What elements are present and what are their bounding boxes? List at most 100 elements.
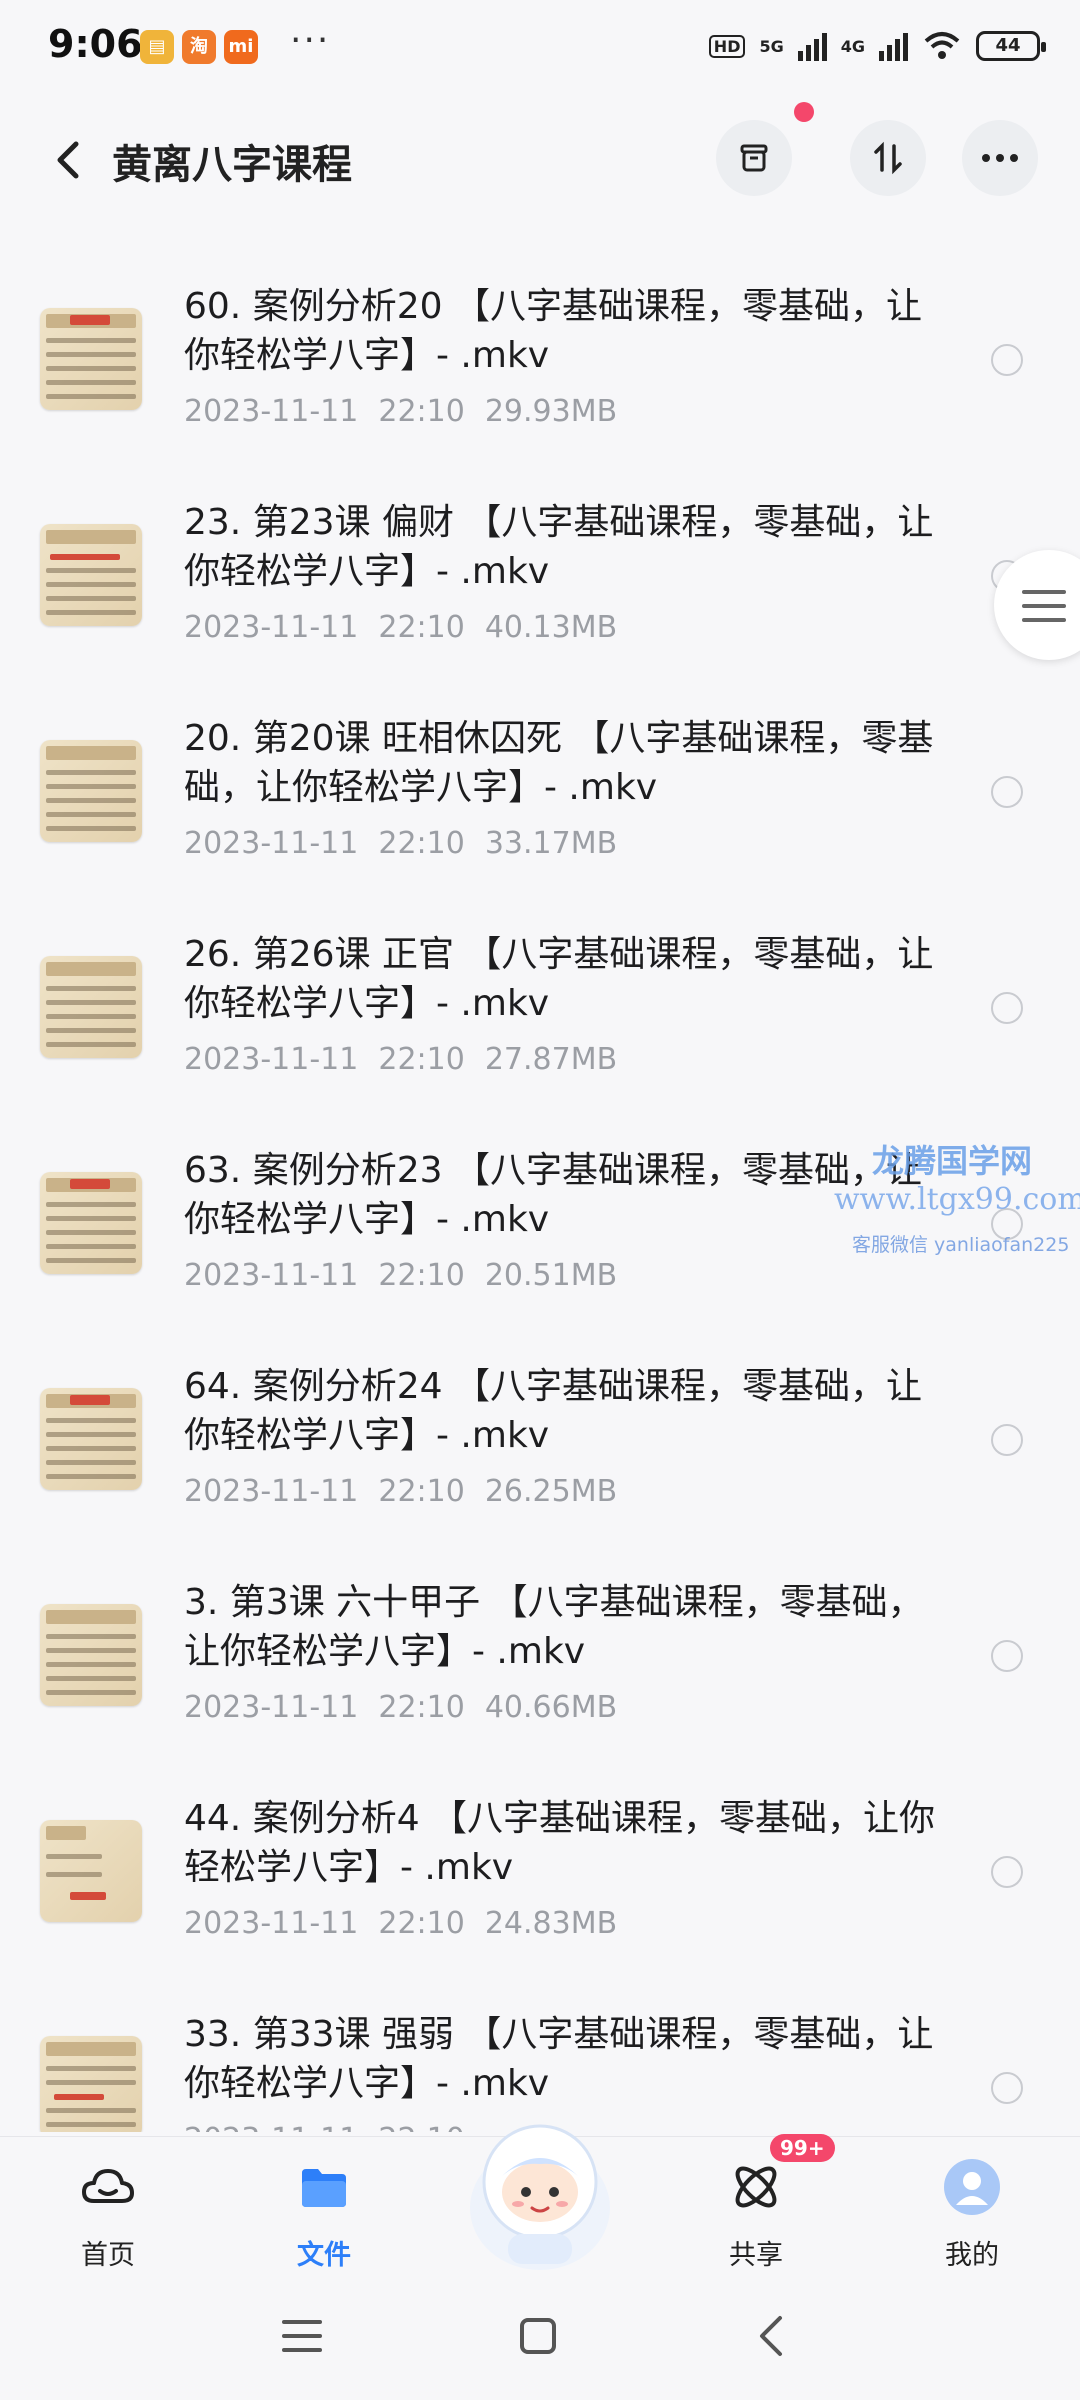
- file-time: 22:10: [378, 394, 465, 429]
- back-nav-icon[interactable]: [754, 2314, 790, 2358]
- file-size: 26.25MB: [484, 1474, 618, 1509]
- archive-icon: [740, 144, 768, 172]
- tab-label: 文件: [297, 2240, 351, 2271]
- file-meta: 2023-11-11 22:10 29.93MB: [184, 394, 637, 429]
- tab-home[interactable]: 首页: [28, 2147, 188, 2277]
- list-item[interactable]: 64. 案例分析24 【八字基础课程，零基础，让你轻松学八字】- .mkv 20…: [0, 1342, 1080, 1558]
- list-item[interactable]: 44. 案例分析4 【八字基础课程，零基础，让你轻松学八字】- .mkv 202…: [0, 1774, 1080, 1990]
- home-nav-icon[interactable]: [518, 2316, 558, 2356]
- file-name: 20. 第20课 旺相休囚死 【八字基础课程，零基础，让你轻松学八字】- .mk…: [184, 718, 934, 808]
- video-thumbnail: [40, 1172, 142, 1274]
- share-badge: 99+: [770, 2134, 835, 2162]
- back-icon[interactable]: [46, 136, 94, 184]
- file-time: 22:10: [378, 1474, 465, 1509]
- file-time: 22:10: [378, 1042, 465, 1077]
- file-time: 22:10: [378, 1258, 465, 1293]
- tab-label: 我的: [945, 2240, 999, 2271]
- watermark-url: www.ltgx99.com: [834, 1182, 1080, 1217]
- file-meta: 2023-11-11 22:10 40.66MB: [184, 1690, 637, 1725]
- watermark-title: 龙腾国学网: [872, 1142, 1033, 1180]
- file-name: 3. 第3课 六十甲子 【八字基础课程，零基础，让你轻松学八字】- .mkv: [184, 1582, 924, 1672]
- select-checkbox[interactable]: [991, 992, 1023, 1024]
- file-size: 40.66MB: [484, 1690, 618, 1725]
- cloud-icon: [82, 2169, 134, 2203]
- archive-button[interactable]: [716, 120, 792, 196]
- file-size: 27.87MB: [484, 1042, 618, 1077]
- list-item[interactable]: 60. 案例分析20 【八字基础课程，零基础，让你轻松学八字】- .mkv 20…: [0, 262, 1080, 478]
- file-meta: 2023-11-11 22:10 27.87MB: [184, 1042, 637, 1077]
- more-button[interactable]: [962, 120, 1038, 196]
- header: 黄离八字课程: [0, 110, 1080, 210]
- list-item[interactable]: 26. 第26课 正官 【八字基础课程，零基础，让你轻松学八字】- .mkv 2…: [0, 910, 1080, 1126]
- wifi-icon: [924, 32, 960, 59]
- select-checkbox[interactable]: [991, 776, 1023, 808]
- file-name: 26. 第26课 正官 【八字基础课程，零基础，让你轻松学八字】- .mkv: [184, 934, 934, 1024]
- video-thumbnail: [40, 740, 142, 842]
- file-date: 2023-11-11: [184, 1042, 359, 1077]
- file-meta: 2023-11-11 22:10 24.83MB: [184, 1906, 637, 1941]
- file-meta: 2023-11-11 22:10 40.13MB: [184, 610, 637, 645]
- file-date: 2023-11-11: [184, 826, 359, 861]
- menu-icon: [1022, 590, 1066, 622]
- notes-app-icon: ▤: [140, 30, 174, 64]
- list-item[interactable]: 3. 第3课 六十甲子 【八字基础课程，零基础，让你轻松学八字】- .mkv 2…: [0, 1558, 1080, 1774]
- select-checkbox[interactable]: [991, 1640, 1023, 1672]
- network-5g-label: 5G: [759, 36, 784, 56]
- taobao-app-icon: 淘: [182, 30, 216, 64]
- profile-icon: [944, 2159, 1000, 2215]
- battery-icon: 44: [976, 31, 1046, 61]
- file-meta: 2023-11-11 22:10: [184, 2122, 505, 2132]
- file-name: 44. 案例分析4 【八字基础课程，零基础，让你轻松学八字】- .mkv: [184, 1798, 936, 1888]
- file-date: 2023-11-11: [184, 2122, 358, 2132]
- select-checkbox[interactable]: [991, 344, 1023, 376]
- file-date: 2023-11-11: [184, 1258, 359, 1293]
- video-thumbnail: [40, 956, 142, 1058]
- signal-icon: [797, 31, 827, 61]
- file-meta: 2023-11-11 22:10 26.25MB: [184, 1474, 637, 1509]
- file-size: 24.83MB: [484, 1906, 618, 1941]
- mi-app-icon: mi: [224, 30, 258, 64]
- file-size: 40.13MB: [484, 610, 618, 645]
- file-meta: 2023-11-11 22:10 20.51MB: [184, 1258, 637, 1293]
- tab-files[interactable]: 文件: [244, 2147, 404, 2277]
- select-checkbox[interactable]: [991, 1856, 1023, 1888]
- file-name: 63. 案例分析23 【八字基础课程，零基础，让你轻松学八字】- .mkv: [184, 1150, 922, 1240]
- tab-profile[interactable]: 我的: [892, 2147, 1052, 2277]
- file-meta: 2023-11-11 22:10 33.17MB: [184, 826, 637, 861]
- file-time: 22:10: [378, 1906, 465, 1941]
- sort-button[interactable]: [850, 120, 926, 196]
- file-date: 2023-11-11: [184, 394, 359, 429]
- select-checkbox[interactable]: [991, 2072, 1023, 2104]
- system-icons: HD 5G 4G 44: [708, 26, 1046, 66]
- recent-apps-icon[interactable]: [280, 2316, 324, 2356]
- file-time: 22:10: [378, 610, 465, 645]
- file-name: 23. 第23课 偏财 【八字基础课程，零基础，让你轻松学八字】- .mkv: [184, 502, 934, 592]
- mascot-icon[interactable]: [462, 2112, 618, 2272]
- file-time: 22:10: [378, 826, 465, 861]
- list-item[interactable]: 23. 第23课 偏财 【八字基础课程，零基础，让你轻松学八字】- .mkv 2…: [0, 478, 1080, 694]
- signal-icon-2: [879, 31, 908, 61]
- file-date: 2023-11-11: [184, 1906, 359, 1941]
- file-time: 22:10: [378, 1690, 465, 1725]
- tab-share[interactable]: 共享: [676, 2147, 836, 2277]
- system-nav-bar: [0, 2282, 1080, 2400]
- video-thumbnail: [40, 2036, 142, 2132]
- file-size: 20.51MB: [484, 1258, 618, 1293]
- file-name: 33. 第33课 强弱 【八字基础课程，零基础，让你轻松学八字】- .mkv: [184, 2014, 934, 2104]
- video-thumbnail: [40, 1820, 142, 1922]
- file-size: 29.93MB: [484, 394, 618, 429]
- file-date: 2023-11-11: [184, 610, 359, 645]
- file-time: 22:10: [378, 2122, 464, 2132]
- select-checkbox[interactable]: [991, 1424, 1023, 1456]
- video-thumbnail: [40, 524, 142, 626]
- sort-icon: [874, 141, 902, 175]
- list-item[interactable]: 20. 第20课 旺相休囚死 【八字基础课程，零基础，让你轻松学八字】- .mk…: [0, 694, 1080, 910]
- clock: 9:06: [48, 22, 143, 66]
- video-thumbnail: [40, 308, 142, 410]
- list-item[interactable]: 33. 第33课 强弱 【八字基础课程，零基础，让你轻松学八字】- .mkv 2…: [0, 1990, 1080, 2132]
- file-name: 64. 案例分析24 【八字基础课程，零基础，让你轻松学八字】- .mkv: [184, 1366, 922, 1456]
- page-title: 黄离八字课程: [112, 142, 352, 188]
- notification-dot: [794, 102, 814, 122]
- file-size: 33.17MB: [484, 826, 618, 861]
- folder-icon: [302, 2169, 346, 2207]
